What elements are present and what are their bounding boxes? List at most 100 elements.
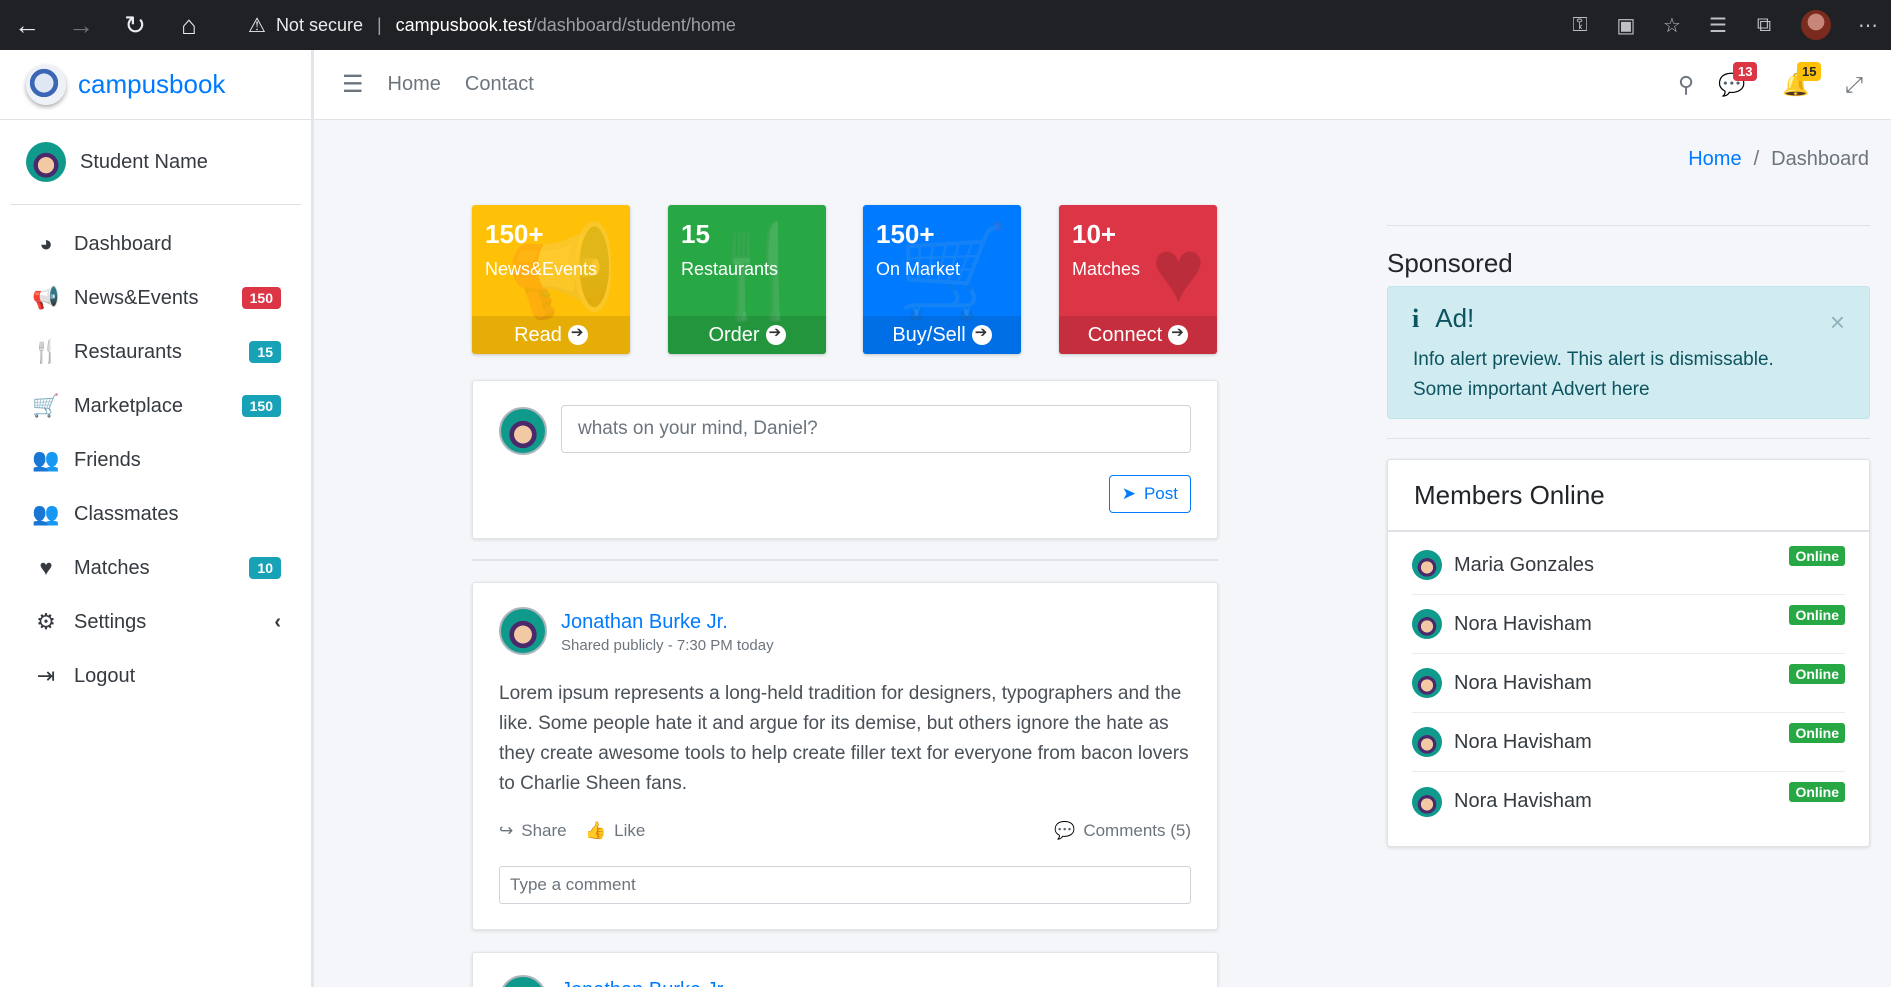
breadcrumb: Home / Dashboard xyxy=(1688,148,1869,171)
messages-badge: 13 xyxy=(1733,62,1758,81)
collections-icon[interactable]: ⧉ xyxy=(1741,14,1787,37)
count-badge: 150 xyxy=(241,287,281,309)
post-author[interactable]: Jonathan Burke Jr. xyxy=(561,611,728,634)
stat-link-label: Read xyxy=(514,323,562,346)
member-row[interactable]: Nora Havisham Online xyxy=(1412,713,1845,772)
avatar xyxy=(1412,550,1442,580)
search-icon[interactable]: ⚲ xyxy=(1663,72,1709,98)
sidebar-item-news-events[interactable]: 📢 News&Events 150 xyxy=(0,271,311,325)
arrow-circle-right-icon xyxy=(1168,323,1189,345)
stat-link-label: Connect xyxy=(1087,323,1163,346)
forward-icon[interactable]: → xyxy=(54,0,108,50)
close-icon[interactable]: × xyxy=(1830,307,1845,338)
stat-box-link[interactable]: Read xyxy=(472,316,630,354)
stat-caption: News&Events xyxy=(485,259,598,279)
sidebar-item-classmates[interactable]: 👥 Classmates xyxy=(0,487,311,541)
share-icon: ↪ xyxy=(499,821,514,840)
alert-title: i Ad! xyxy=(1412,303,1474,334)
breadcrumb-separator: / xyxy=(1753,148,1760,170)
key-icon[interactable]: ⚿ xyxy=(1557,14,1603,37)
nav-link-home[interactable]: Home xyxy=(388,73,441,96)
address-separator: | xyxy=(376,14,382,35)
paper-plane-icon: ➤ xyxy=(1121,484,1136,503)
avatar xyxy=(499,607,547,655)
back-icon[interactable]: ← xyxy=(0,0,54,50)
more-icon[interactable]: ⋯ xyxy=(1845,13,1891,38)
share-button[interactable]: ↪ Share xyxy=(499,821,567,841)
member-name: Nora Havisham xyxy=(1454,612,1592,635)
comment-input[interactable]: Type a comment xyxy=(499,866,1191,904)
favorites-icon[interactable]: ☰ xyxy=(1695,13,1741,38)
stat-link-label: Order xyxy=(708,323,760,346)
megaphone-icon: 📢 xyxy=(32,285,60,310)
sidebar-item-label: Dashboard xyxy=(74,232,172,255)
breadcrumb-home[interactable]: Home xyxy=(1688,148,1741,170)
sidebar-item-label: Logout xyxy=(74,664,136,687)
url-host: campusbook.test xyxy=(395,14,532,35)
stat-box-link[interactable]: Order xyxy=(668,316,826,354)
avatar xyxy=(499,407,547,455)
dashboard-icon: ◕ xyxy=(39,231,53,256)
member-row[interactable]: Nora Havisham Online xyxy=(1412,595,1845,654)
divider xyxy=(1387,438,1870,439)
stat-number: 150+ xyxy=(485,219,544,249)
add-favorite-icon[interactable]: ☆ xyxy=(1649,13,1695,38)
comments-label: Comments (5) xyxy=(1083,821,1191,840)
sidebar-item-label: Settings xyxy=(74,610,147,633)
member-row[interactable]: Maria Gonzales Online xyxy=(1412,536,1845,595)
sidebar-item-label: Restaurants xyxy=(74,340,182,363)
like-button[interactable]: 👍 Like xyxy=(585,821,645,841)
sidebar-item-dashboard[interactable]: ◕ Dashboard xyxy=(0,217,311,271)
post-author[interactable]: Jonathan Burke Jr. xyxy=(561,979,728,987)
online-badge: Online xyxy=(1789,546,1845,566)
alert-title-text: Ad! xyxy=(1435,303,1475,333)
profile-avatar[interactable] xyxy=(1801,10,1831,40)
reader-icon[interactable]: ▣ xyxy=(1603,13,1649,38)
home-icon[interactable]: ⌂ xyxy=(162,0,216,50)
stat-box-link[interactable]: Buy/Sell xyxy=(863,316,1021,354)
avatar xyxy=(1412,727,1442,757)
user-panel[interactable]: Student Name xyxy=(10,120,301,205)
alert-line-2: Some important Advert here xyxy=(1413,379,1650,400)
menu-toggle-icon[interactable]: ☰ xyxy=(342,70,364,99)
stat-number: 15 xyxy=(681,219,710,249)
stat-box-on-market: 🛒 150+ On Market Buy/Sell xyxy=(863,205,1021,354)
reload-icon[interactable]: ↻ xyxy=(108,0,162,50)
online-badge: Online xyxy=(1789,605,1845,625)
count-badge: 15 xyxy=(249,341,281,363)
arrow-circle-right-icon xyxy=(765,323,786,345)
sidebar-menu: ◕ Dashboard 📢 News&Events 150 🍴 Restaurants 15 🛒… xyxy=(0,205,311,703)
sidebar-item-friends[interactable]: 👥 Friends xyxy=(0,433,311,487)
chevron-left-icon: ‹ xyxy=(274,610,281,633)
member-name: Nora Havisham xyxy=(1454,790,1592,812)
fullscreen-icon[interactable]: ⤢ xyxy=(1831,72,1877,98)
count-badge: 150 xyxy=(241,395,281,417)
sidebar-item-logout[interactable]: ⇥ Logout xyxy=(0,649,311,703)
post-body: Lorem ipsum represents a long-held tradi… xyxy=(499,683,1189,794)
sidebar-item-matches[interactable]: ♥ Matches 10 xyxy=(0,541,311,595)
sidebar-item-marketplace[interactable]: 🛒 Marketplace 150 xyxy=(0,379,311,433)
stat-box-matches: ♥ 10+ Matches Connect xyxy=(1059,205,1217,354)
nav-link-contact[interactable]: Contact xyxy=(465,73,534,96)
gear-icon: ⚙ xyxy=(36,609,56,634)
status-input[interactable]: whats on your mind, Daniel? xyxy=(561,405,1191,453)
comments-button[interactable]: 💬 Comments (5) xyxy=(1054,821,1191,841)
url-path: /dashboard/student/home xyxy=(531,14,736,35)
post-button[interactable]: ➤ Post xyxy=(1108,475,1191,513)
post-composer: whats on your mind, Daniel? ➤ Post xyxy=(472,380,1218,539)
member-row[interactable]: Nora Havisham Online xyxy=(1412,654,1845,713)
notifications-badge: 15 xyxy=(1797,62,1822,81)
stat-number: 10+ xyxy=(1072,219,1117,249)
bell-icon[interactable]: 🔔 15 xyxy=(1773,62,1822,98)
member-row[interactable]: Nora Havisham Online xyxy=(1412,772,1845,831)
sidebar-item-settings[interactable]: ⚙ Settings ‹ xyxy=(0,595,311,649)
online-badge: Online xyxy=(1789,664,1845,684)
stat-box-restaurants: 🍴 15 Restaurants Order xyxy=(668,205,826,354)
messages-icon[interactable]: 💬 13 xyxy=(1709,62,1758,98)
sidebar-item-restaurants[interactable]: 🍴 Restaurants 15 xyxy=(0,325,311,379)
info-icon: i xyxy=(1412,303,1420,333)
comments-icon: 💬 xyxy=(1054,821,1076,840)
brand-link[interactable]: campusbook xyxy=(0,50,311,120)
address-bar[interactable]: ⚠ Not secure | campusbook.test/dashboard… xyxy=(248,13,736,38)
stat-box-link[interactable]: Connect xyxy=(1059,316,1217,354)
